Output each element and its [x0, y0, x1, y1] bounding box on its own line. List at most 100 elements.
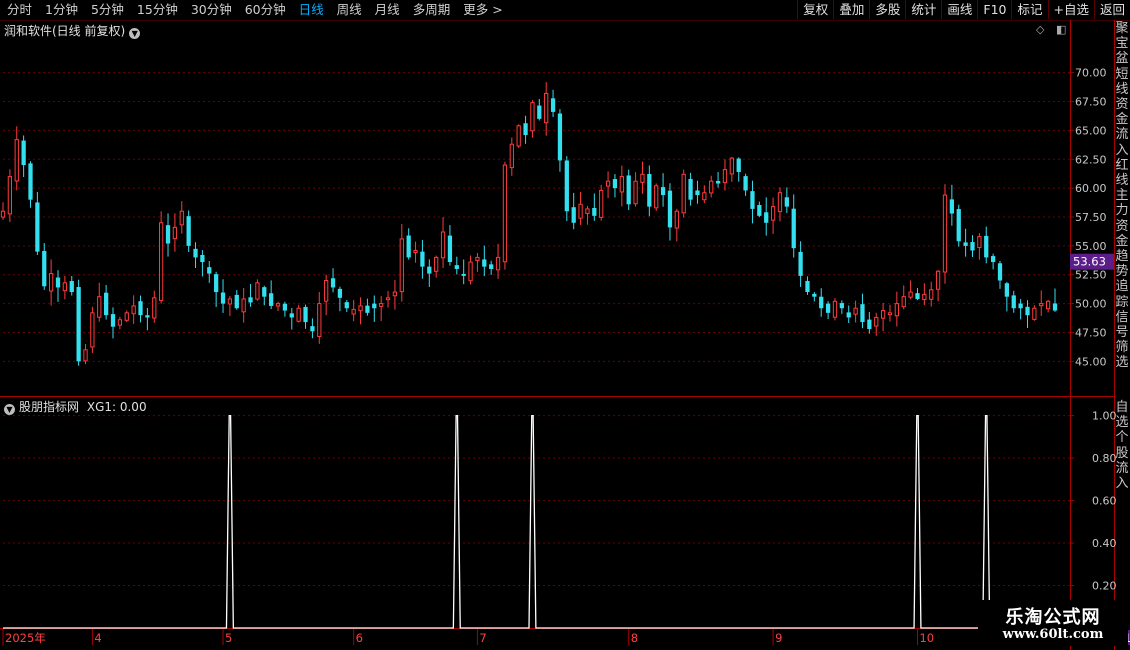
candle-up [117, 319, 123, 326]
candle-down [234, 294, 239, 309]
candle-up [929, 289, 934, 300]
indicator-tick-label: 0.60 [1092, 495, 1117, 508]
price-tick-label: 50.00 [1075, 298, 1107, 311]
candle-down [557, 113, 563, 161]
candle-up [83, 349, 88, 362]
candle-down [715, 180, 721, 184]
candle-down [860, 304, 865, 323]
candle-up [1032, 307, 1037, 320]
price-tick-label: 65.00 [1075, 124, 1107, 137]
candle-up [605, 180, 611, 187]
candle-down [1052, 303, 1058, 311]
candle-up [392, 291, 398, 297]
price-tick-label: 57.50 [1075, 211, 1107, 224]
candle-up [880, 310, 886, 319]
candle-down [997, 263, 1003, 281]
price-tick-label: 45.00 [1075, 355, 1107, 368]
candle-up [241, 298, 246, 313]
candle-up [1045, 300, 1051, 310]
time-axis-label: 7 [479, 631, 486, 645]
candle-up [379, 303, 384, 307]
candle-down [846, 312, 851, 318]
candle-down [736, 158, 741, 172]
candle-up [709, 180, 714, 194]
candle-down [21, 140, 26, 166]
candle-up [399, 238, 404, 293]
candle-up [681, 173, 686, 214]
candle-down [365, 305, 370, 313]
time-axis-label: 10 [919, 631, 934, 645]
candle-up [7, 176, 13, 215]
candle-up [942, 194, 948, 273]
candle-down [28, 163, 33, 200]
xg1-signal-line [3, 414, 1055, 629]
candle-up [1039, 303, 1044, 307]
side-text-top: 聚宝盆短线资金流入红线主力资金趋势追踪信号筛选 [1115, 21, 1129, 371]
candle-down [963, 242, 968, 246]
candle-up [722, 169, 728, 184]
candle-down [269, 293, 274, 306]
candle-down [330, 278, 336, 288]
candle-up [385, 297, 391, 301]
candle-up [502, 164, 508, 263]
indicator-tick-label: 0.80 [1092, 452, 1117, 465]
candle-down [695, 190, 700, 196]
time-axis-label: 6 [356, 631, 363, 645]
candle-down [564, 160, 569, 212]
candle-down [970, 242, 975, 251]
candle-up [413, 249, 418, 254]
candle-down [1004, 283, 1010, 297]
candle-up [619, 176, 624, 193]
candle-up [475, 256, 480, 261]
candle-down [1025, 306, 1030, 316]
candle-down [956, 209, 961, 242]
candle-up [131, 305, 136, 315]
candle-down [990, 256, 996, 263]
stock-chart[interactable]: 45.00 47.50 50.00 52.50 55.00 57.50 60.00 62.50… [0, 0, 1130, 650]
candle-down [138, 301, 143, 316]
candle-down [76, 287, 81, 362]
candle-down [805, 280, 810, 293]
candle-down [537, 105, 542, 119]
candle-down [915, 293, 920, 299]
candle-up [351, 308, 356, 315]
side-scroll-text: 聚宝盆短线资金流入红线主力资金趋势追踪信号筛选 自选个股流入 [1114, 21, 1130, 628]
candle-up [62, 282, 68, 292]
candle-down [949, 199, 954, 214]
candle-up [440, 231, 446, 259]
candle-up [179, 210, 184, 226]
price-tick-label: 62.50 [1075, 153, 1107, 166]
candle-up [702, 192, 707, 201]
candle-up [585, 208, 590, 215]
candle-down [110, 314, 116, 327]
candle-up [124, 312, 129, 321]
candle-up [894, 303, 899, 317]
candle-down [165, 225, 171, 244]
candle-down [984, 235, 989, 258]
candle-down [207, 267, 212, 274]
candle-down [798, 251, 803, 276]
candle-up [832, 300, 838, 318]
candle-down [289, 313, 294, 318]
candle-up [48, 273, 54, 292]
candle-down [337, 288, 343, 298]
candle-down [1018, 303, 1023, 309]
candle-up [908, 291, 913, 298]
candle-up [530, 102, 535, 132]
candle-up [152, 297, 157, 319]
indicator-tick-label: 0.40 [1092, 537, 1117, 550]
price-tick-label: 47.50 [1075, 326, 1107, 339]
candle-up [770, 206, 776, 221]
candle-down [454, 265, 459, 269]
candle-down [667, 190, 673, 228]
candle-down [69, 281, 74, 293]
candle-up [434, 256, 439, 272]
price-tick-label: 52.50 [1075, 269, 1107, 282]
candle-down [750, 191, 755, 209]
candle-up [599, 189, 604, 218]
candle-down [791, 208, 796, 249]
candle-up [172, 226, 178, 240]
candle-down [55, 277, 61, 288]
candle-down [523, 123, 528, 136]
candle-up [874, 316, 879, 327]
